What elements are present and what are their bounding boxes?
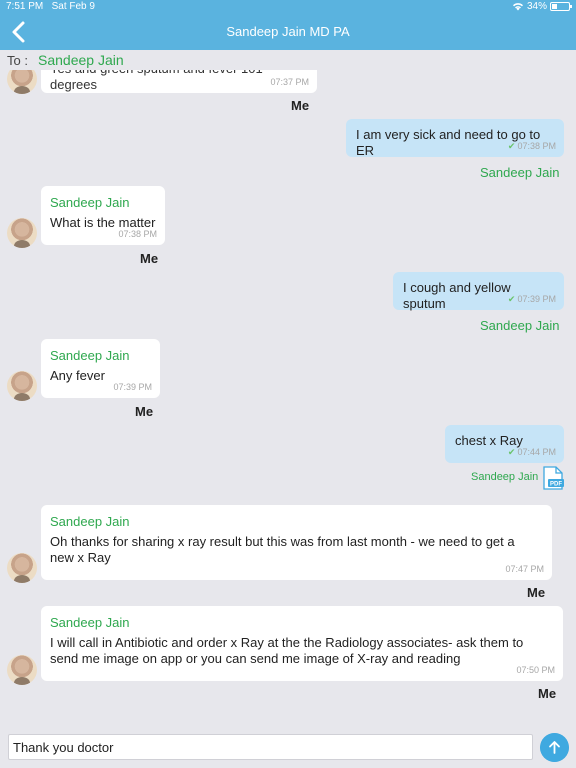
pdf-file-icon[interactable]: PDF [542,466,564,490]
author-label-me: Me [135,404,154,419]
incoming-message[interactable]: Sandeep Jain I will call in Antibiotic a… [41,606,563,681]
status-right: 34% [512,1,572,12]
to-label: To : [7,53,28,68]
message-time: ✔ 07:39 PM [507,294,556,304]
message-sender: Sandeep Jain [50,195,130,210]
message-text: Any fever [50,368,105,383]
message-text: I will call in Antibiotic and order x Ra… [50,635,524,666]
status-time: 7:51 PM Sat Feb 9 [6,1,95,12]
nav-bar: Sandeep Jain MD PA [0,14,576,50]
avatar[interactable] [7,70,37,94]
incoming-message[interactable]: Yes and green sputum and fever 101 degre… [41,70,317,93]
author-label-me: Me [140,251,159,266]
message-time: 07:39 PM [113,382,152,392]
page-title: Sandeep Jain MD PA [226,24,350,39]
composer-bar: Thank you doctor [0,726,576,768]
status-bar: 7:51 PM Sat Feb 9 34% [0,0,576,14]
avatar[interactable] [7,218,37,248]
message-sender: Sandeep Jain [50,514,130,529]
pdf-badge-text: PDF [550,482,562,488]
avatar[interactable] [7,553,37,583]
message-list[interactable]: Yes and green sputum and fever 101 degre… [0,70,576,726]
incoming-message[interactable]: Sandeep Jain Oh thanks for sharing x ray… [41,505,552,580]
message-time: ✔ 07:38 PM [507,141,556,151]
message-input[interactable]: Thank you doctor [8,734,533,760]
outgoing-message[interactable]: chest x Ray ✔ 07:44 PM [445,425,564,463]
battery-percent: 34% [526,1,547,12]
outgoing-message[interactable]: I cough and yellow sputum ✔ 07:39 PM [393,272,564,311]
author-label-sender: Sandeep Jain [480,165,560,180]
check-icon: ✔ [507,141,516,151]
battery-icon [550,2,572,11]
message-sender: Sandeep Jain [50,348,130,363]
message-time: 07:50 PM [516,665,555,675]
message-text: Oh thanks for sharing x ray result but t… [50,534,515,565]
author-label-sender: Sandeep Jain [480,318,560,333]
author-label-me: Me [291,98,310,113]
avatar[interactable] [7,371,37,401]
message-time: 07:47 PM [505,564,544,574]
check-icon: ✔ [507,294,516,304]
avatar[interactable] [7,655,37,685]
message-time: 07:37 PM [270,77,309,87]
recipient-name[interactable]: Sandeep Jain [38,52,124,68]
check-icon: ✔ [507,447,516,457]
message-text: Yes and green sputum and fever 101 degre… [50,70,263,92]
message-time: 07:38 PM [118,229,157,239]
message-time: ✔ 07:44 PM [507,447,556,457]
author-label-me: Me [538,686,557,701]
author-label-me: Me [527,585,546,600]
message-text: I cough and yellow sputum [403,280,511,311]
incoming-message[interactable]: Sandeep Jain What is the matter 07:38 PM [41,186,165,245]
outgoing-message[interactable]: I am very sick and need to go to ER ✔ 07:… [346,119,564,158]
author-label-sender: Sandeep Jain [471,471,539,483]
message-sender: Sandeep Jain [50,615,130,630]
send-button[interactable] [540,733,569,762]
wifi-icon [512,3,523,11]
incoming-message[interactable]: Sandeep Jain Any fever 07:39 PM [41,339,160,398]
recipient-bar: To : Sandeep Jain [0,50,576,70]
